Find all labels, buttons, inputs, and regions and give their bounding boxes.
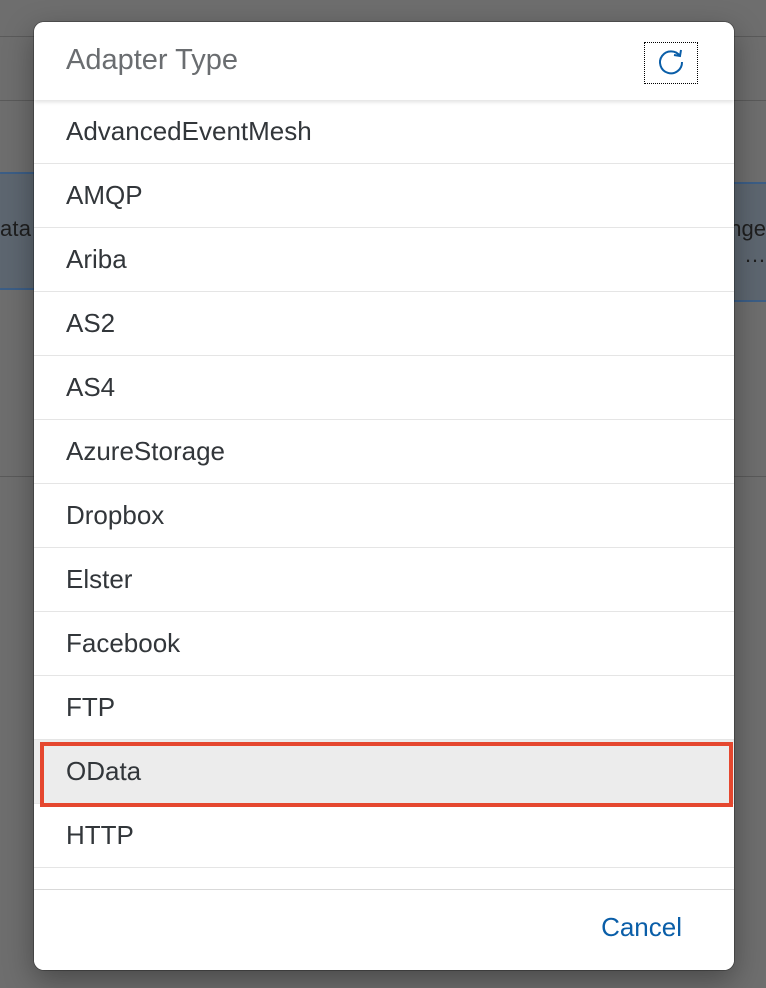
list-item-odata[interactable]: OData: [34, 740, 734, 804]
list-item-label: Dropbox: [66, 500, 165, 530]
list-item-ftp[interactable]: FTP: [34, 676, 734, 740]
list-item-label: OData: [66, 756, 142, 786]
list-item-as2[interactable]: AS2: [34, 292, 734, 356]
list-item-label: Elster: [66, 564, 133, 594]
list-item-facebook[interactable]: Facebook: [34, 612, 734, 676]
list-item-label: AdvancedEventMesh: [66, 116, 312, 146]
background-tile-right-text: nge …: [729, 216, 766, 268]
dialog-footer: Cancel: [34, 889, 734, 970]
list-item-as4[interactable]: AS4: [34, 356, 734, 420]
list-item-label: HTTP: [66, 820, 134, 850]
list-item-label: AS2: [66, 308, 116, 338]
list-item-azurestorage[interactable]: AzureStorage: [34, 420, 734, 484]
adapter-list: AdvancedEventMesh AMQP Ariba AS2 AS4 Azu…: [34, 100, 734, 890]
list-item-ariba[interactable]: Ariba: [34, 228, 734, 292]
refresh-button[interactable]: [644, 42, 698, 84]
cancel-button[interactable]: Cancel: [601, 912, 682, 943]
list-item-amqp[interactable]: AMQP: [34, 164, 734, 228]
list-item-label: AMQP: [66, 180, 143, 210]
background-tile-right-text-line1: nge: [729, 216, 766, 241]
background-tile-left-text: ata: [0, 216, 32, 241]
dialog-header: Adapter Type: [34, 22, 734, 100]
list-item-elster[interactable]: Elster: [34, 548, 734, 612]
list-item-label: AS4: [66, 372, 116, 402]
adapter-type-dialog: Adapter Type AdvancedEventMesh AMQP Arib…: [34, 22, 734, 970]
list-item-partial[interactable]: [34, 868, 734, 890]
background-tile-right-text-line2: …: [744, 242, 766, 267]
list-item-label: FTP: [66, 692, 116, 722]
list-item-label: AzureStorage: [66, 436, 225, 466]
list-item-dropbox[interactable]: Dropbox: [34, 484, 734, 548]
list-item-advancedeventmesh[interactable]: AdvancedEventMesh: [34, 100, 734, 164]
dialog-title: Adapter Type: [66, 44, 238, 76]
list-item-label: Facebook: [66, 628, 181, 658]
refresh-icon: [656, 46, 686, 81]
list-item-label: Ariba: [66, 244, 127, 274]
list-item-http[interactable]: HTTP: [34, 804, 734, 868]
